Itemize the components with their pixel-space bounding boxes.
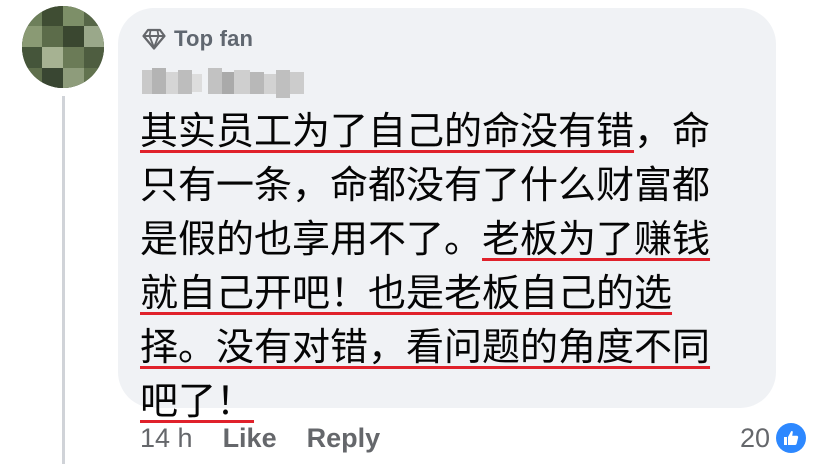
reaction-count: 20 [739,422,770,453]
author-name[interactable] [140,64,312,100]
comment-line: 择。没有对错，看问题的角度不同 [140,320,764,374]
text-segment: 只有一条，命都没有了什么财富都 [140,163,711,207]
comment-actions: 14 h Like Reply [140,416,380,460]
underlined-text: 就自己开吧！也是老板自己的选 [140,271,673,315]
comment-text: 其实员工为了自己的命没有错，命 只有一条，命都没有了什么财富都 是假的也享用不了… [140,104,764,428]
badge-label: Top fan [174,26,254,51]
avatar-image [22,6,104,88]
reply-button[interactable]: Reply [307,423,381,454]
diamond-icon [142,28,166,50]
comment-line: 是假的也享用不了。老板为了赚钱 [140,212,764,266]
comment-container: Top fan 其实员工为了自己的命没有错，命 只有一条，命都没有了什么财富都 … [0,0,828,464]
top-fan-badge[interactable]: Top fan [142,24,253,54]
comment-line: 就自己开吧！也是老板自己的选 [140,266,764,320]
like-icon [776,423,806,453]
text-segment: ，命 [634,109,711,153]
text-segment: 是假的也享用不了。 [140,217,483,261]
avatar[interactable] [22,6,104,88]
reaction-summary[interactable]: 20 [740,418,806,458]
comment-line: 其实员工为了自己的命没有错，命 [140,104,764,158]
comment-line: 只有一条，命都没有了什么财富都 [140,158,764,212]
underlined-text: 择。没有对错，看问题的角度不同 [140,325,711,369]
underlined-text: 其实员工为了自己的命没有错 [140,109,635,153]
blurred-name-image [142,68,304,98]
thread-line [62,96,65,464]
like-button[interactable]: Like [223,423,277,454]
underlined-text: 老板为了赚钱 [482,217,711,261]
timestamp[interactable]: 14 h [140,423,193,454]
